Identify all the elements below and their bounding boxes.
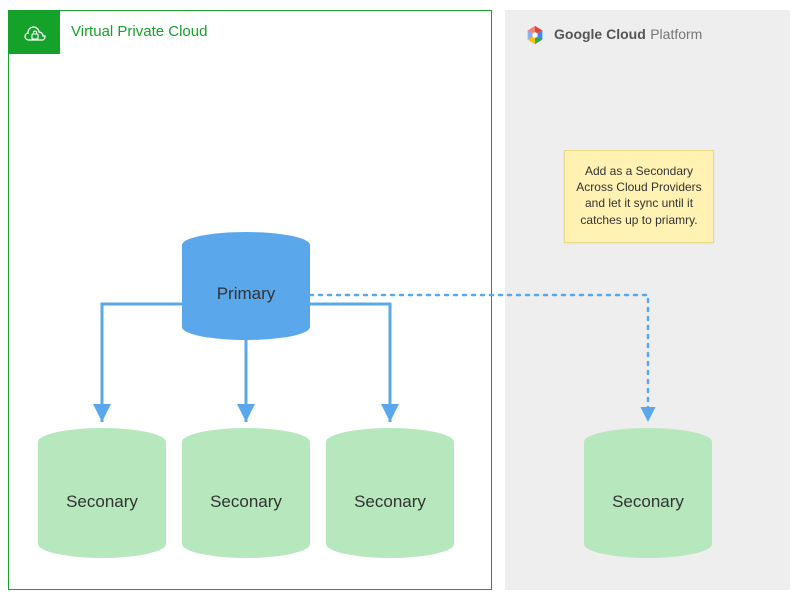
db-secondary-1-label: Seconary [38,492,166,512]
cloud-lock-icon [19,22,49,42]
vpc-badge [8,10,60,54]
db-secondary-4-label: Seconary [584,492,712,512]
db-secondary-1: Seconary [38,428,166,558]
diagram-canvas: Virtual Private Cloud Google Cloud Platf… [8,10,790,590]
db-secondary-4: Seconary [584,428,712,558]
db-secondary-2-label: Seconary [182,492,310,512]
db-secondary-2: Seconary [182,428,310,558]
sticky-note: Add as a Secondary Across Cloud Provider… [564,150,714,243]
db-secondary-3-label: Seconary [326,492,454,512]
vpc-title: Virtual Private Cloud [71,23,207,40]
db-primary-label: Primary [182,284,310,304]
db-primary: Primary [182,232,310,340]
gcp-brand-text: Google Cloud [554,26,646,42]
gcp-logo: Google Cloud Platform [524,24,702,46]
db-secondary-3: Seconary [326,428,454,558]
gcp-product-text: Platform [650,26,702,42]
gcp-hex-icon [524,24,546,46]
